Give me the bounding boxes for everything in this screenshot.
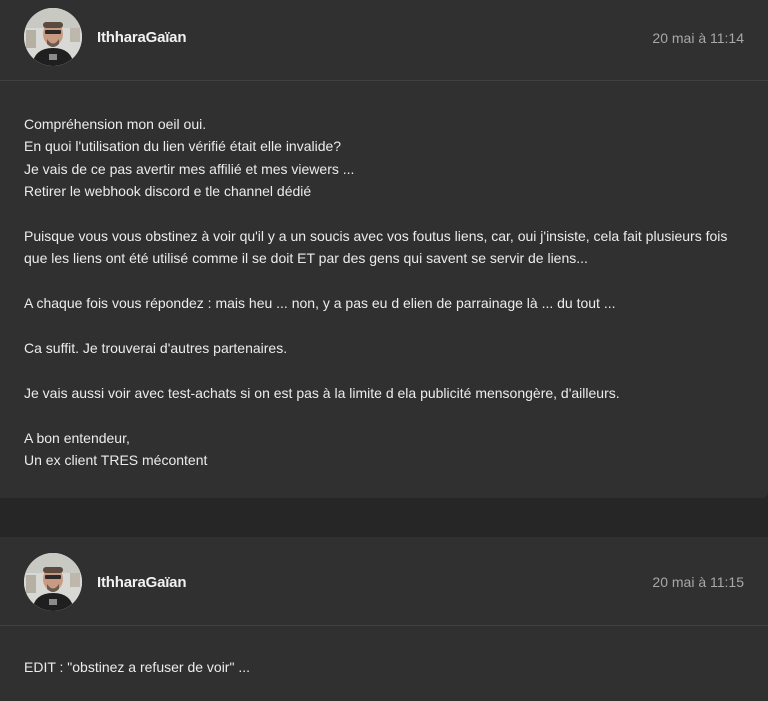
comment-paragraph: A bon entendeur, Un ex client TRES mécon… bbox=[24, 429, 208, 469]
comment-body: Compréhension mon oeil oui. En quoi l'ut… bbox=[0, 81, 768, 471]
comment-paragraph: Ca suffit. Je trouverai d'autres partena… bbox=[24, 340, 288, 357]
post-timestamp: 20 mai à 11:14 bbox=[652, 30, 744, 46]
comment-paragraph: Je vais aussi voir avec test-achats si o… bbox=[24, 384, 620, 401]
comment-header: IthharaGaïan 20 mai à 11:15 bbox=[0, 537, 768, 626]
author-name[interactable]: IthharaGaïan bbox=[97, 574, 186, 591]
avatar[interactable] bbox=[24, 8, 82, 66]
comment-paragraph: A chaque fois vous répondez : mais heu .… bbox=[24, 295, 616, 312]
comment-card: IthharaGaïan 20 mai à 11:15 EDIT : "obst… bbox=[0, 537, 768, 701]
author-name[interactable]: IthharaGaïan bbox=[97, 29, 186, 46]
post-timestamp: 20 mai à 11:15 bbox=[652, 574, 744, 590]
avatar-photo-icon bbox=[24, 8, 82, 66]
comment-card: IthharaGaïan 20 mai à 11:14 Compréhensio… bbox=[0, 0, 768, 498]
comment-body: EDIT : "obstinez a refuser de voir" ... bbox=[0, 626, 768, 678]
avatar[interactable] bbox=[24, 553, 82, 611]
comment-paragraph: EDIT : "obstinez a refuser de voir" ... bbox=[24, 659, 250, 675]
comment-feed: IthharaGaïan 20 mai à 11:14 Compréhensio… bbox=[0, 0, 768, 701]
comment-header: IthharaGaïan 20 mai à 11:14 bbox=[0, 0, 768, 81]
comment-paragraph: Puisque vous vous obstinez à voir qu'il … bbox=[24, 228, 728, 267]
comment-paragraph: Compréhension mon oeil oui. En quoi l'ut… bbox=[24, 116, 355, 200]
avatar-photo-icon bbox=[24, 553, 82, 611]
